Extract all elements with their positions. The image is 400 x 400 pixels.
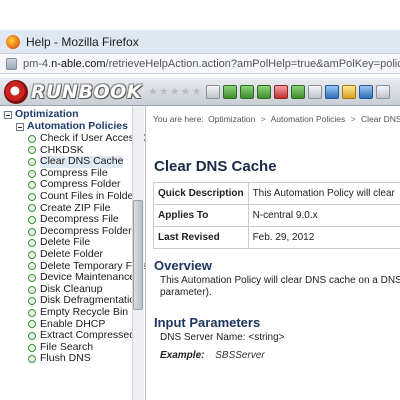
overview-line-1: This Automation Policy will clear DNS ca… [160,275,400,286]
parameter-example: Example: SBSServer [160,350,265,361]
tree-group-automation-policies[interactable]: Automation Policies [16,120,128,133]
tree-item-label: Delete Folder [40,248,104,260]
policy-icon [28,320,36,329]
policy-icon [28,343,36,352]
policy-icon [28,285,36,294]
forward-arrow-icon[interactable] [240,84,255,99]
refresh-icon[interactable] [257,84,272,99]
rating-stars[interactable]: ★ ★ ★ ★ ★ [148,85,202,98]
tree-item-label: Empty Recycle Bin [40,306,129,318]
sidebar-scroll-thumb[interactable] [133,200,143,310]
star-icon[interactable]: ★ [191,85,201,98]
policy-icon [28,227,36,236]
url-text[interactable]: pm-4.n-able.com/retrieveHelpAction.actio… [23,58,400,70]
table-value: This Automation Policy will clear [247,182,400,205]
policy-icon [28,262,36,271]
star-icon[interactable]: ★ [170,85,180,98]
page-title: Clear DNS Cache [154,158,277,175]
print-icon[interactable] [308,84,323,99]
runbook-toolbar: RUNBOOK ★ ★ ★ ★ ★ [0,78,400,106]
policy-icon [28,297,36,306]
stop-icon[interactable] [274,84,289,99]
runbook-logo: RUNBOOK [0,78,142,106]
policy-icon [28,355,36,364]
policy-icon [28,146,36,155]
collapse-icon[interactable] [4,110,12,119]
parameter-dns-server: DNS Server Name: <string> [160,332,285,343]
policy-icon [28,157,36,166]
policy-icon [28,215,36,224]
policy-icon [28,134,36,143]
table-key: Last Revised [153,226,249,249]
policy-icon [28,192,36,201]
collapse-icon[interactable] [16,122,24,131]
table-value: Feb. 29, 2012 [247,226,400,249]
tree-item[interactable]: Check if User Access C [28,132,146,145]
tree-root-label: Optimization [15,108,79,120]
home-icon[interactable] [206,84,221,99]
table-row: Applies To N-central 9.0.x [153,204,400,227]
tree-item-label: Count Files in Folder [40,190,137,202]
input-parameters-heading: Input Parameters [154,315,261,330]
search-icon[interactable] [325,84,340,99]
breadcrumb-link[interactable]: Optimization [208,114,255,124]
sync-toc-icon[interactable] [291,84,306,99]
help-toc-sidebar: Optimization Automation Policies Check i… [0,106,146,400]
table-key: Applies To [153,204,249,227]
firefox-icon [6,34,20,49]
site-identity-icon[interactable] [6,57,17,70]
breadcrumb-separator: > [260,114,266,124]
window-titlebar: Help - Mozilla Firefox [0,30,400,54]
tree-item[interactable]: Flush DNS [28,353,91,365]
policy-icon [28,331,36,340]
star-icon[interactable]: ★ [159,85,169,98]
tree-item[interactable]: Delete Folder [28,248,104,261]
overview-line-2: parameter). [160,287,212,298]
example-value: SBSServer [215,350,265,361]
example-label: Example: [160,350,205,361]
star-icon[interactable]: ★ [148,85,158,98]
summary-table: Quick Description This Automation Policy… [153,182,400,249]
back-arrow-icon[interactable] [223,84,238,99]
tree-item-label: Check if User Access C [40,132,146,144]
index-icon[interactable] [376,84,391,99]
tree-root-optimization[interactable]: Optimization [4,108,79,121]
table-row: Last Revised Feb. 29, 2012 [153,226,400,249]
breadcrumb-link[interactable]: Automation Policies [271,114,346,124]
breadcrumb: You are here: > Optimization > Automatio… [153,114,400,124]
breadcrumb-separator: > [350,114,356,124]
policy-icon [28,273,36,282]
address-bar[interactable]: pm-4.n-able.com/retrieveHelpAction.actio… [0,54,400,74]
policy-icon [28,239,36,248]
email-icon[interactable] [359,84,374,99]
policy-icon [28,308,36,317]
toolbar-icons [206,84,393,99]
table-value: N-central 9.0.x [247,204,400,227]
favorites-icon[interactable] [342,84,357,99]
overview-heading: Overview [154,258,212,273]
tree-item-label: Flush DNS [40,352,91,365]
tree-group-label: Automation Policies [27,120,128,132]
breadcrumb-current: Clear DNS Cache [360,114,400,124]
tree-item[interactable]: Empty Recycle Bin [28,306,129,319]
table-key: Quick Description [153,182,249,205]
policy-icon [28,169,36,178]
policy-icon [28,250,36,259]
breadcrumb-prefix: You are here: [153,114,204,124]
logo-text: RUNBOOK [31,80,142,103]
star-icon[interactable]: ★ [181,85,191,98]
logo-emblem-icon [4,79,28,104]
policy-icon [28,181,36,190]
table-row: Quick Description This Automation Policy… [153,182,400,205]
window-title: Help - Mozilla Firefox [26,34,139,49]
policy-icon [28,204,36,213]
help-content: You are here: > Optimization > Automatio… [147,106,400,400]
tree-item[interactable]: Count Files in Folder [28,190,137,203]
